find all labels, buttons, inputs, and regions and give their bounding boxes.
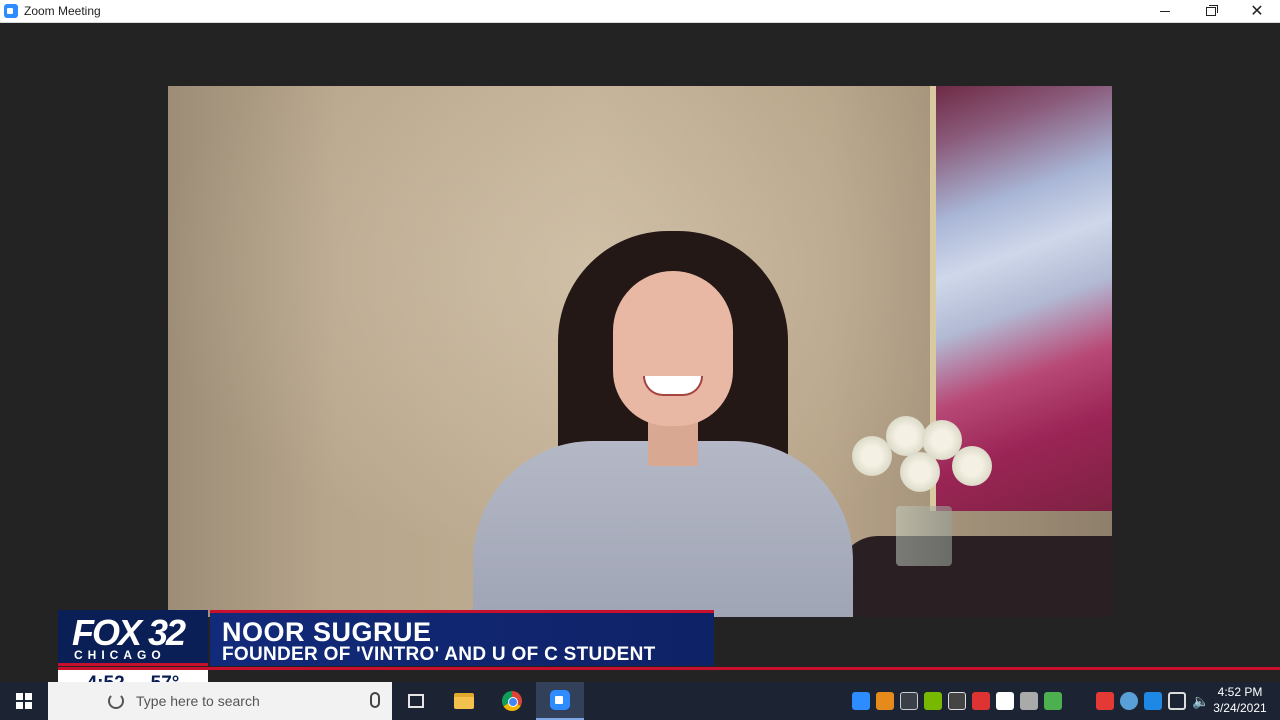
clock-date: 3/24/2021 bbox=[1213, 701, 1267, 715]
guest-title: FOUNDER OF 'VINTRO' AND U OF C STUDENT bbox=[222, 644, 656, 665]
cloud-icon[interactable] bbox=[1020, 692, 1038, 710]
name-plate: NOOR SUGRUE FOUNDER OF 'VINTRO' AND U OF… bbox=[210, 610, 714, 666]
window-title: Zoom Meeting bbox=[24, 4, 101, 18]
flower-bouquet bbox=[852, 416, 1002, 516]
network-icon[interactable] bbox=[1168, 692, 1186, 710]
ticker-rule bbox=[58, 667, 1280, 670]
microphone-icon[interactable] bbox=[370, 692, 380, 708]
participant-face bbox=[613, 271, 733, 426]
globe-icon[interactable] bbox=[1120, 692, 1138, 710]
taskbar-zoom[interactable] bbox=[536, 682, 584, 720]
orange-tray-icon[interactable] bbox=[876, 692, 894, 710]
app-tray-icon[interactable] bbox=[948, 692, 966, 710]
station-logo: FOX 32 CHICAGO bbox=[58, 610, 208, 666]
taskbar-chrome[interactable] bbox=[488, 682, 536, 720]
window-titlebar: Zoom Meeting ✕ bbox=[0, 0, 1280, 23]
flower bbox=[952, 446, 992, 486]
side-table bbox=[838, 536, 1112, 617]
participant-sweater bbox=[473, 441, 853, 617]
search-loading-icon bbox=[108, 693, 124, 709]
meeting-area bbox=[0, 24, 1280, 682]
flower bbox=[900, 452, 940, 492]
monitor-tray-icon[interactable] bbox=[900, 692, 918, 710]
taskbar-task-view[interactable] bbox=[392, 682, 440, 720]
green-tray-icon[interactable] bbox=[1044, 692, 1062, 710]
chrome-icon bbox=[502, 691, 522, 711]
search-placeholder: Type here to search bbox=[136, 693, 260, 709]
minimize-icon bbox=[1160, 11, 1170, 12]
close-icon: ✕ bbox=[1250, 2, 1264, 20]
folder-icon bbox=[454, 693, 474, 709]
start-button[interactable] bbox=[0, 682, 48, 720]
taskbar-file-explorer[interactable] bbox=[440, 682, 488, 720]
red-app-icon[interactable] bbox=[1096, 692, 1114, 710]
red-tray-icon[interactable] bbox=[972, 692, 990, 710]
restore-icon bbox=[1206, 5, 1218, 16]
minimize-button[interactable] bbox=[1142, 0, 1188, 23]
zoom-app-icon bbox=[4, 4, 18, 18]
clock-time: 4:52 PM bbox=[1217, 685, 1263, 699]
zoom-icon bbox=[550, 690, 570, 710]
search-box[interactable]: Type here to search bbox=[48, 682, 392, 720]
maximize-button[interactable] bbox=[1188, 0, 1234, 23]
bluetooth-icon[interactable] bbox=[1144, 692, 1162, 710]
shield-icon[interactable] bbox=[996, 692, 1014, 710]
window-controls: ✕ bbox=[1142, 0, 1280, 23]
system-tray: 🔈 bbox=[852, 682, 1210, 720]
news-lower-third: FOX 32 CHICAGO NOOR SUGRUE FOUNDER OF 'V… bbox=[58, 610, 714, 666]
station-logo-city: CHICAGO bbox=[74, 648, 166, 662]
taskbar-clock[interactable]: 4:52 PM 3/24/2021 bbox=[1206, 684, 1274, 718]
close-button[interactable]: ✕ bbox=[1234, 0, 1280, 23]
windows-icon bbox=[16, 693, 32, 709]
nvidia-icon[interactable] bbox=[924, 692, 942, 710]
flower bbox=[886, 416, 926, 456]
task-view-icon bbox=[408, 694, 424, 708]
participant-video[interactable] bbox=[168, 86, 1112, 617]
zoom-tray-icon[interactable] bbox=[852, 692, 870, 710]
